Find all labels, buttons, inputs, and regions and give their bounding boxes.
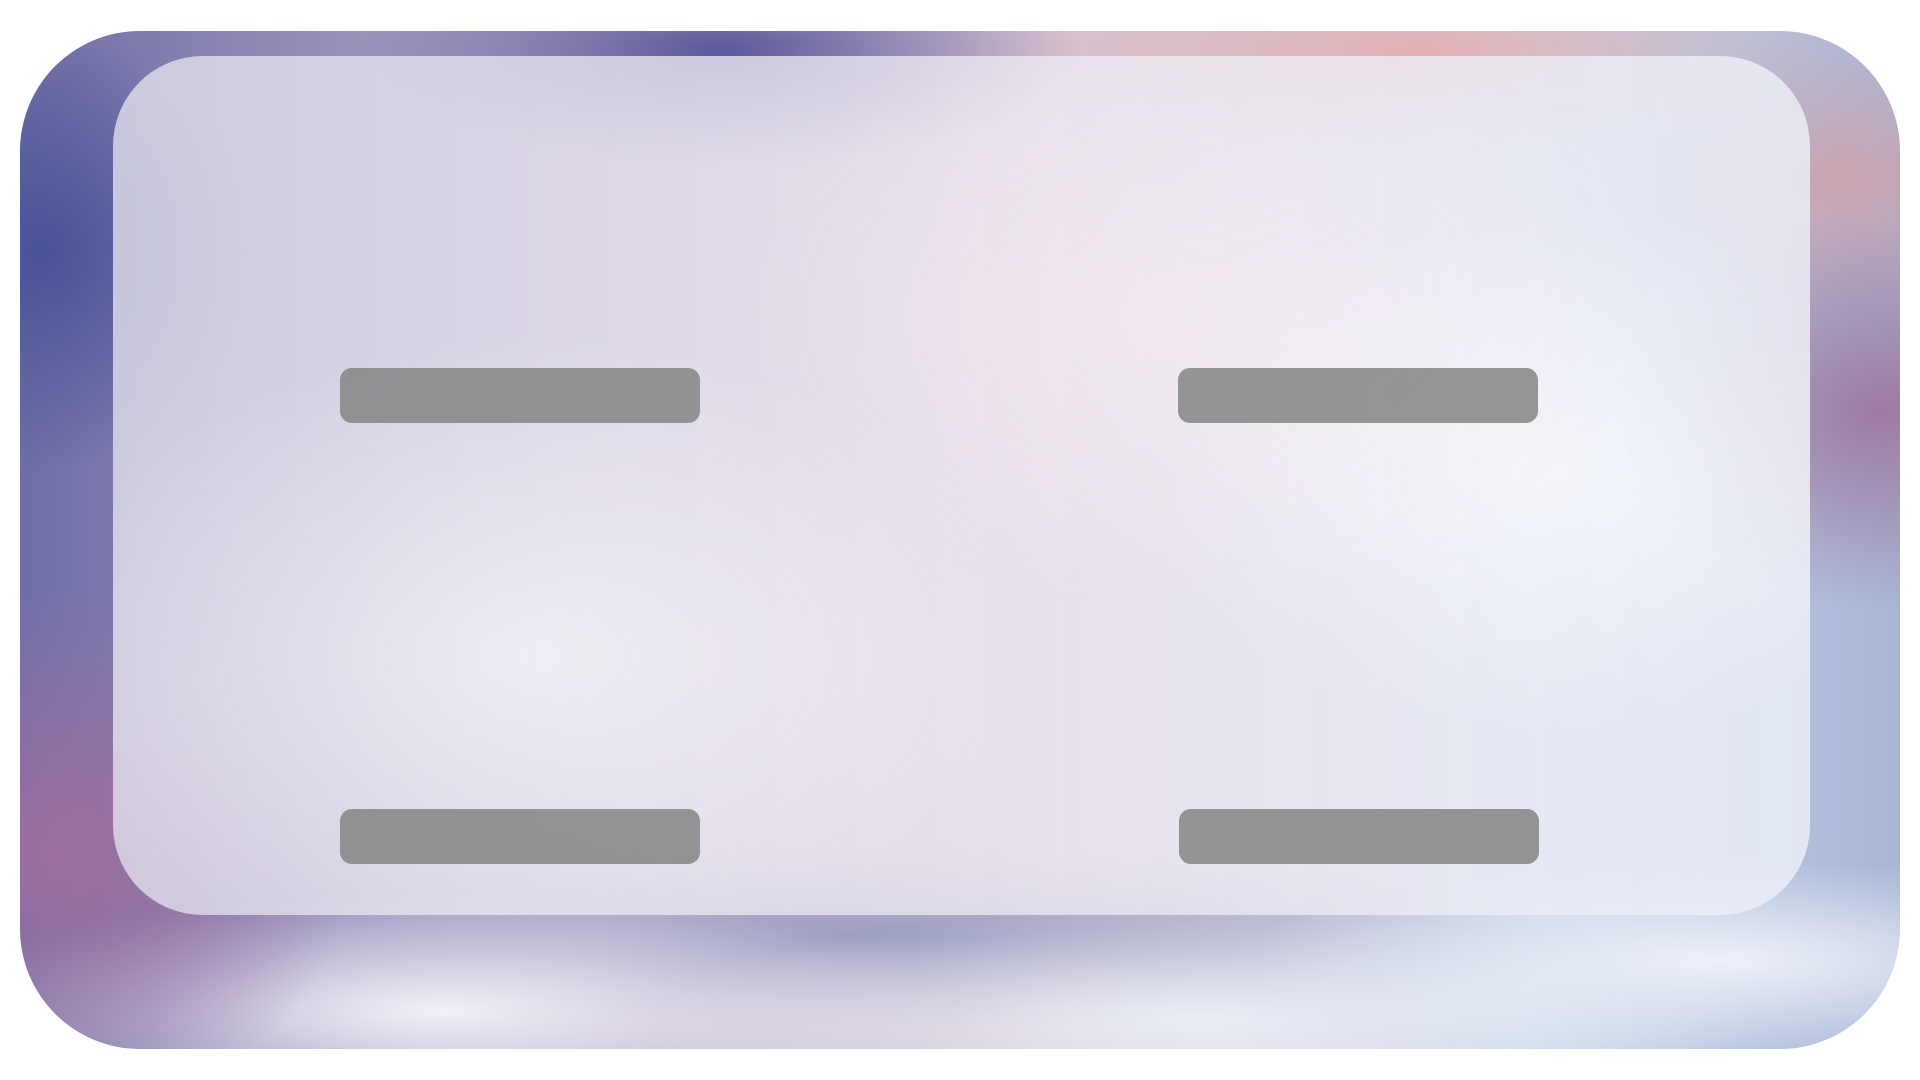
placeholder-bar-bottom-left[interactable] [340,809,700,864]
placeholder-bar-top-right[interactable] [1178,368,1538,423]
placeholder-bar-bottom-right[interactable] [1179,809,1539,864]
wallpaper-window [20,31,1900,1049]
placeholder-bar-top-left[interactable] [340,368,700,423]
frosted-panel [113,56,1810,915]
